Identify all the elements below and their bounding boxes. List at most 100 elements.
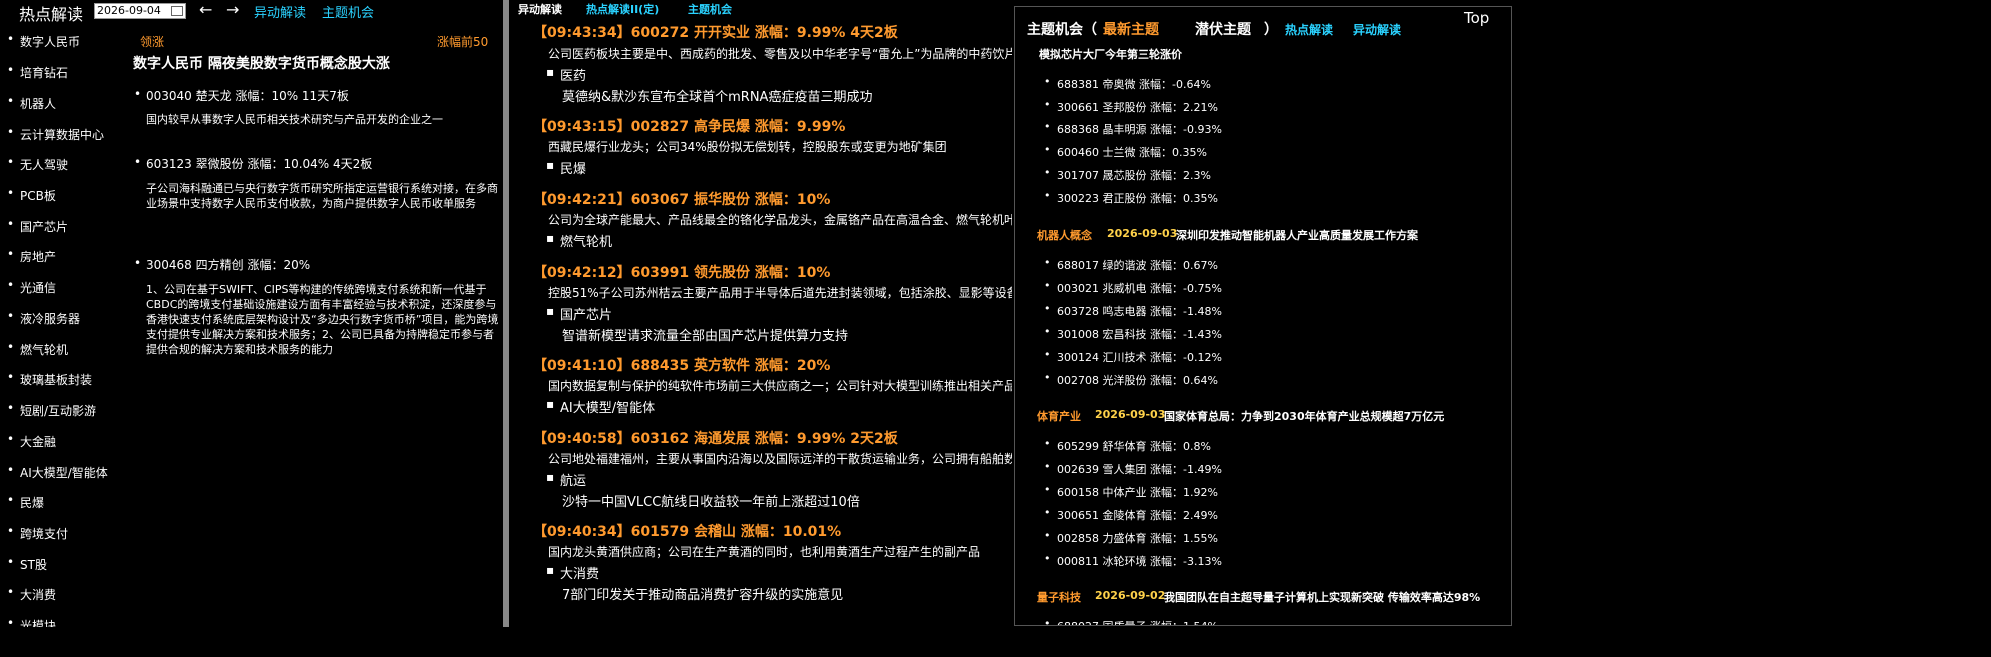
theme-date: 2026-09-03 bbox=[1095, 408, 1166, 421]
sidebar-item[interactable]: 民爆 bbox=[7, 493, 44, 511]
link-anomaly[interactable]: 异动解读 bbox=[254, 2, 306, 21]
date-picker[interactable]: 2026-09-04 bbox=[94, 3, 186, 19]
theme-tag[interactable]: 体育产业 bbox=[1037, 408, 1081, 424]
sidebar-item[interactable]: 液冷服务器 bbox=[7, 309, 80, 327]
sidebar-item[interactable]: 云计算数据中心 bbox=[7, 125, 104, 143]
date-value: 2026-09-04 bbox=[97, 4, 161, 17]
news-tag[interactable]: 民爆 bbox=[546, 158, 586, 177]
tab-latent-theme[interactable]: 潜伏主题 bbox=[1195, 19, 1251, 39]
theme-title[interactable]: 我国团队在自主超导量子计算机上实现新突破 传输效率高达98% bbox=[1164, 589, 1480, 605]
theme-panel-title: 主题机会（ bbox=[1027, 22, 1097, 38]
sidebar-item[interactable]: 光模块 bbox=[7, 616, 56, 627]
news-desc: 国内龙头黄酒供应商；公司在生产黄酒的同时，也利用黄酒生产过程产生的副产品 bbox=[548, 545, 981, 559]
theme-opportunity-panel: 主题机会（ 最新主题 潜伏主题 ） 热点解读 异动解读 模拟芯片大厂今年第三轮涨… bbox=[1014, 6, 1512, 626]
news-tag[interactable]: 大消费 bbox=[546, 563, 599, 582]
theme-stock[interactable]: 301707 晟芯股份 涨幅：2.3% bbox=[1044, 166, 1211, 183]
sidebar-item[interactable]: 燃气轮机 bbox=[7, 340, 68, 358]
sidebar-item[interactable]: 短剧/互动影游 bbox=[7, 401, 96, 419]
theme-stock[interactable]: 600460 士兰微 涨幅：0.35% bbox=[1044, 143, 1207, 160]
theme-stock[interactable]: 605299 舒华体育 涨幅：0.8% bbox=[1044, 437, 1211, 454]
theme-stock[interactable]: 688368 晶丰明源 涨幅：-0.93% bbox=[1044, 120, 1222, 137]
link-hot-topics[interactable]: 热点解读 bbox=[1285, 21, 1333, 38]
theme-title[interactable]: 模拟芯片大厂今年第三轮涨价 bbox=[1039, 46, 1182, 62]
stock-head[interactable]: 300468 四方精创 涨幅：20% bbox=[134, 256, 310, 273]
theme-stock[interactable]: 688381 帝奥微 涨幅：-0.64% bbox=[1044, 75, 1211, 92]
sidebar-item[interactable]: 机器人 bbox=[7, 94, 56, 112]
back-to-top-button[interactable]: Top bbox=[1464, 9, 1489, 27]
news-tag[interactable]: 燃气轮机 bbox=[546, 231, 612, 250]
tab-theme[interactable]: 主题机会 bbox=[688, 1, 732, 17]
news-tag[interactable]: 医药 bbox=[546, 65, 586, 84]
theme-date: 2026-09-02 bbox=[1095, 589, 1166, 602]
news-sub: 沙特一中国VLCC航线日收益较一年前上涨超过10倍 bbox=[562, 495, 860, 510]
title-suffix: ） bbox=[1264, 22, 1278, 38]
news-desc: 公司医药板块主要是中、西成药的批发、零售及以中华老字号“雷允上”为品牌的中药饮片… bbox=[548, 47, 1012, 61]
theme-stock[interactable]: 688027 国盾量子 涨幅：1.54% bbox=[1044, 617, 1218, 625]
theme-stock[interactable]: 300651 金陵体育 涨幅：2.49% bbox=[1044, 506, 1218, 523]
theme-stock[interactable]: 000811 冰轮环境 涨幅：-3.13% bbox=[1044, 552, 1222, 569]
news-head[interactable]: 【09:42:12】603991 领先股份 涨幅：10% bbox=[533, 262, 830, 282]
sidebar-item[interactable]: 大消费 bbox=[7, 585, 56, 603]
stock-desc: 子公司海科融通已与央行数字货币研究所指定运营银行系统对接，在多商业场景中支持数字… bbox=[146, 182, 498, 210]
sidebar-item[interactable]: 大金融 bbox=[7, 432, 56, 450]
sidebar-item[interactable]: 无人驾驶 bbox=[7, 155, 68, 173]
stock-desc: 1、公司在基于SWIFT、CIPS等构建的传统跨境支付系统和新一代基于CBDC的… bbox=[146, 283, 499, 356]
sidebar-item[interactable]: 光通信 bbox=[7, 278, 56, 296]
calendar-icon[interactable] bbox=[171, 6, 183, 16]
news-head[interactable]: 【09:42:21】603067 振华股份 涨幅：10% bbox=[533, 189, 830, 209]
news-desc: 国内数据复制与保护的纯软件市场前三大供应商之一；公司针对大模型训练推出相关产品 bbox=[548, 379, 1012, 393]
theme-stock[interactable]: 688017 绿的谐波 涨幅：0.67% bbox=[1044, 256, 1218, 273]
news-sub: 莫德纳&默沙东宣布全球首个mRNA癌症疫苗三期成功 bbox=[562, 90, 873, 105]
topic-title: 数字人民币 隔夜美股数字货币概念股大涨 bbox=[133, 56, 390, 72]
news-head[interactable]: 【09:40:58】603162 海通发展 涨幅：9.99% 2天2板 bbox=[533, 428, 898, 448]
theme-stock[interactable]: 300223 君正股份 涨幅：0.35% bbox=[1044, 189, 1218, 206]
news-sub: 7部门印发关于推动商品消费扩容升级的实施意见 bbox=[562, 588, 844, 603]
theme-stock[interactable]: 002858 力盛体育 涨幅：1.55% bbox=[1044, 529, 1218, 546]
tab-anomaly[interactable]: 异动解读 bbox=[518, 1, 562, 17]
sidebar-item[interactable]: 国产芯片 bbox=[7, 217, 68, 235]
sidebar-item[interactable]: 跨境支付 bbox=[7, 524, 68, 542]
stock-head[interactable]: 003040 楚天龙 涨幅：10% 11天7板 bbox=[134, 87, 349, 104]
theme-date: 2026-09-03 bbox=[1107, 227, 1178, 240]
next-arrow-icon[interactable]: → bbox=[226, 0, 239, 19]
news-head[interactable]: 【09:43:34】600272 开开实业 涨幅：9.99% 4天2板 bbox=[533, 22, 898, 42]
panel-divider[interactable] bbox=[503, 0, 509, 627]
sidebar-item[interactable]: PCB板 bbox=[7, 186, 56, 204]
news-tag[interactable]: 国产芯片 bbox=[546, 304, 612, 323]
theme-title[interactable]: 深圳印发推动智能机器人产业高质量发展工作方案 bbox=[1176, 227, 1418, 243]
link-theme[interactable]: 主题机会 bbox=[322, 2, 374, 21]
rise-top50-link[interactable]: 涨幅前50 bbox=[437, 33, 488, 50]
theme-stock[interactable]: 603728 鸣志电器 涨幅：-1.48% bbox=[1044, 302, 1222, 319]
news-desc: 西藏民爆行业龙头；公司34%股份拟无偿划转，控股股东或变更为地矿集团 bbox=[548, 140, 947, 154]
sidebar-item[interactable]: ST股 bbox=[7, 555, 47, 573]
news-head[interactable]: 【09:43:15】002827 高争民爆 涨幅：9.99% bbox=[533, 116, 845, 136]
theme-stock[interactable]: 002639 雪人集团 涨幅：-1.49% bbox=[1044, 460, 1222, 477]
news-tag[interactable]: AI大模型/智能体 bbox=[546, 397, 655, 416]
theme-tag[interactable]: 量子科技 bbox=[1037, 589, 1081, 605]
news-desc: 公司地处福建福州，主要从事国内沿海以及国际远洋的干散货运输业务，公司拥有船舶数十… bbox=[548, 452, 1012, 466]
sidebar-item[interactable]: 玻璃基板封装 bbox=[7, 370, 92, 388]
tab-latest-theme[interactable]: 最新主题 bbox=[1103, 19, 1159, 39]
lead-label: 领涨 bbox=[140, 35, 165, 49]
theme-stock[interactable]: 301008 宏昌科技 涨幅：-1.43% bbox=[1044, 325, 1222, 342]
sidebar-item[interactable]: AI大模型/智能体 bbox=[7, 463, 108, 481]
sidebar-item[interactable]: 数字人民币 bbox=[7, 32, 80, 50]
panel-title: 热点解读 bbox=[19, 5, 84, 24]
news-desc: 公司为全球产能最大、产品线最全的铬化学品龙头，金属铬产品在高温合金、燃气轮机叶片… bbox=[548, 213, 1012, 227]
sidebar-item[interactable]: 房地产 bbox=[7, 247, 56, 265]
news-head[interactable]: 【09:40:34】601579 会稽山 涨幅：10.01% bbox=[533, 521, 841, 541]
theme-stock[interactable]: 003021 兆威机电 涨幅：-0.75% bbox=[1044, 279, 1222, 296]
news-head[interactable]: 【09:41:10】688435 英方软件 涨幅：20% bbox=[533, 355, 830, 375]
theme-title[interactable]: 国家体育总局：力争到2030年体育产业总规模超7万亿元 bbox=[1164, 408, 1444, 424]
theme-tag[interactable]: 机器人概念 bbox=[1037, 227, 1092, 243]
stock-head[interactable]: 603123 翠微股份 涨幅：10.04% 4天2板 bbox=[134, 155, 372, 172]
tab-hot-topics-2[interactable]: 热点解读II(定) bbox=[586, 1, 659, 17]
theme-stock[interactable]: 300124 汇川技术 涨幅：-0.12% bbox=[1044, 348, 1222, 365]
theme-stock[interactable]: 600158 中体产业 涨幅：1.92% bbox=[1044, 483, 1218, 500]
link-anomaly[interactable]: 异动解读 bbox=[1353, 21, 1401, 38]
news-tag[interactable]: 航运 bbox=[546, 470, 586, 489]
prev-arrow-icon[interactable]: ← bbox=[199, 0, 212, 19]
theme-stock[interactable]: 002708 光洋股份 涨幅：0.64% bbox=[1044, 371, 1218, 388]
theme-stock[interactable]: 300661 圣邦股份 涨幅：2.21% bbox=[1044, 98, 1218, 115]
sidebar-item[interactable]: 培育钻石 bbox=[7, 63, 68, 81]
